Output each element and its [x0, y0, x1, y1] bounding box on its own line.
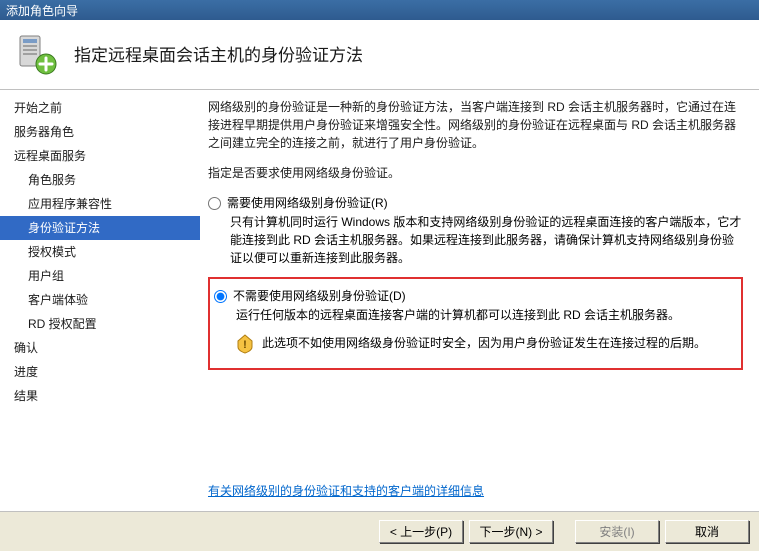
- sidebar-step[interactable]: 身份验证方法: [0, 216, 200, 240]
- wizard-content: 网络级别的身份验证是一种新的身份验证方法，当客户端连接到 RD 会话主机服务器时…: [200, 90, 759, 511]
- titlebar: 添加角色向导: [0, 0, 759, 20]
- no-nla-desc: 运行任何版本的远程桌面连接客户端的计算机都可以连接到此 RD 会话主机服务器。: [236, 306, 729, 324]
- sidebar-step[interactable]: 角色服务: [0, 168, 200, 192]
- next-button[interactable]: 下一步(N) >: [469, 520, 553, 543]
- sidebar-step[interactable]: 服务器角色: [0, 120, 200, 144]
- cancel-button[interactable]: 取消: [665, 520, 749, 543]
- require-nla-label[interactable]: 需要使用网络级别身份验证(R): [227, 194, 388, 211]
- wizard-steps-sidebar: 开始之前服务器角色远程桌面服务角色服务应用程序兼容性身份验证方法授权模式用户组客…: [0, 90, 200, 511]
- prompt-text: 指定是否要求使用网络级身份验证。: [208, 164, 743, 182]
- sidebar-step[interactable]: 进度: [0, 360, 200, 384]
- sidebar-step[interactable]: 确认: [0, 336, 200, 360]
- sidebar-step[interactable]: 用户组: [0, 264, 200, 288]
- require-nla-desc: 只有计算机同时运行 Windows 版本和支持网络级别身份验证的远程桌面连接的客…: [230, 213, 743, 267]
- intro-text: 网络级别的身份验证是一种新的身份验证方法，当客户端连接到 RD 会话主机服务器时…: [208, 98, 743, 152]
- sidebar-step[interactable]: 结果: [0, 384, 200, 408]
- no-nla-radio[interactable]: [214, 290, 227, 303]
- more-info-link[interactable]: 有关网络级别的身份验证和支持的客户端的详细信息: [208, 482, 484, 499]
- sidebar-step[interactable]: 应用程序兼容性: [0, 192, 200, 216]
- warning-icon: !: [236, 334, 254, 354]
- sidebar-step[interactable]: 开始之前: [0, 96, 200, 120]
- prev-button[interactable]: < 上一步(P): [379, 520, 463, 543]
- page-title: 指定远程桌面会话主机的身份验证方法: [74, 41, 363, 66]
- sidebar-step[interactable]: 客户端体验: [0, 288, 200, 312]
- no-nla-label[interactable]: 不需要使用网络级别身份验证(D): [233, 287, 406, 304]
- sidebar-step[interactable]: 远程桌面服务: [0, 144, 200, 168]
- wizard-icon: [14, 32, 58, 76]
- install-button: 安装(I): [575, 520, 659, 543]
- sidebar-step[interactable]: 授权模式: [0, 240, 200, 264]
- window-title: 添加角色向导: [6, 2, 78, 19]
- sidebar-step[interactable]: RD 授权配置: [0, 312, 200, 336]
- require-nla-radio[interactable]: [208, 197, 221, 210]
- wizard-footer: < 上一步(P) 下一步(N) > 安装(I) 取消: [0, 511, 759, 551]
- wizard-header: 指定远程桌面会话主机的身份验证方法: [0, 20, 759, 90]
- selected-option-highlight: 不需要使用网络级别身份验证(D) 运行任何版本的远程桌面连接客户端的计算机都可以…: [208, 277, 743, 370]
- svg-text:!: !: [243, 339, 247, 351]
- warning-text: 此选项不如使用网络级身份验证时安全，因为用户身份验证发生在连接过程的后期。: [262, 334, 706, 351]
